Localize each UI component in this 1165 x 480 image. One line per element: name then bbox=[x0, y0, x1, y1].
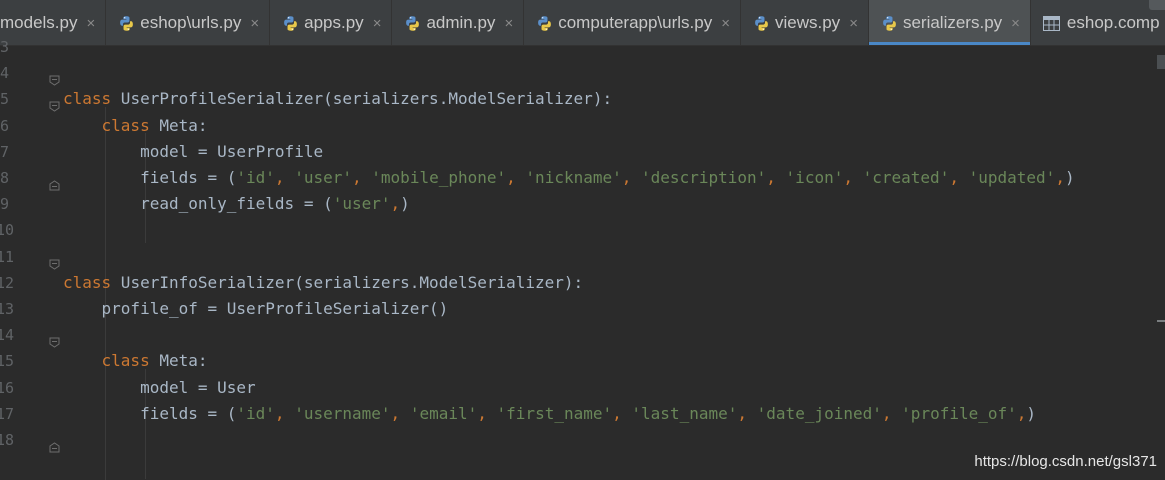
code-text: class Meta: bbox=[101, 351, 208, 371]
code-line[interactable]: 4 bbox=[0, 60, 1155, 86]
line-number: 10 bbox=[0, 221, 14, 240]
code-line[interactable]: 10 bbox=[0, 217, 1155, 243]
python-file-icon bbox=[404, 15, 421, 32]
code-text: fields = ('id', 'username', 'email', 'fi… bbox=[63, 403, 1037, 423]
code-text: class UserInfoSerializer(serializers.Mod… bbox=[63, 272, 584, 292]
code-text: class Meta: bbox=[101, 115, 208, 135]
window-corner-button[interactable] bbox=[1149, 0, 1165, 10]
close-icon[interactable]: × bbox=[504, 15, 513, 32]
line-number: 13 bbox=[0, 300, 14, 318]
python-file-icon bbox=[881, 15, 898, 32]
line-number: 17 bbox=[0, 404, 14, 423]
code-text: fields = ('id', 'user', 'mobile_phone', … bbox=[63, 168, 1075, 187]
close-icon[interactable]: × bbox=[86, 15, 95, 32]
scrollbar-marker[interactable] bbox=[1157, 320, 1165, 322]
fold-toggle-icon[interactable] bbox=[49, 94, 60, 112]
code-line[interactable]: 7 model = UserProfile bbox=[0, 139, 1155, 165]
python-file-icon bbox=[282, 15, 299, 32]
line-number: 16 bbox=[0, 378, 14, 397]
close-icon[interactable]: × bbox=[721, 15, 730, 32]
code-line[interactable]: 5 class UserProfileSerializer(serializers… bbox=[0, 86, 1155, 112]
editor-scrollbar[interactable] bbox=[1157, 47, 1165, 480]
code-text: read_only_fields = ('user',) bbox=[63, 194, 410, 214]
line-number: 8 bbox=[0, 169, 10, 187]
close-icon[interactable]: × bbox=[250, 15, 259, 32]
code-line[interactable]: 13 profile_of = UserProfileSerializer() bbox=[0, 296, 1155, 322]
code-text: model = User bbox=[63, 377, 256, 397]
fold-toggle-icon[interactable] bbox=[49, 68, 60, 86]
line-number: 3 bbox=[0, 38, 10, 56]
code-line[interactable]: 17 fields = ('id', 'username', 'email', … bbox=[0, 401, 1155, 427]
code-line[interactable]: 12 class UserInfoSerializer(serializers.M… bbox=[0, 270, 1155, 296]
watermark-text: https://blog.csdn.net/gsl371 bbox=[974, 453, 1157, 470]
close-icon[interactable]: × bbox=[373, 15, 382, 32]
code-text: class UserProfileSerializer(serializers.… bbox=[63, 89, 613, 109]
line-number: 14 bbox=[0, 326, 14, 345]
close-icon[interactable]: × bbox=[1011, 15, 1020, 32]
code-text: profile_of = UserProfileSerializer() bbox=[63, 299, 449, 318]
code-text: model = UserProfile bbox=[63, 141, 324, 161]
line-number: 12 bbox=[0, 273, 14, 292]
code-line[interactable]: 14 bbox=[0, 322, 1155, 348]
line-number: 15 bbox=[0, 352, 14, 371]
fold-end-icon[interactable] bbox=[49, 173, 60, 191]
code-line[interactable]: 18 bbox=[0, 427, 1155, 453]
line-number: 7 bbox=[0, 142, 10, 161]
python-file-icon bbox=[536, 15, 553, 32]
line-number: 6 bbox=[0, 116, 10, 135]
scrollbar-thumb[interactable] bbox=[1157, 55, 1165, 69]
code-line[interactable]: 6 class Meta: bbox=[0, 113, 1155, 139]
code-line[interactable]: 15 class Meta: bbox=[0, 348, 1155, 374]
python-file-icon bbox=[118, 15, 135, 32]
code-line[interactable]: 8 fields = ('id', 'user', 'mobile_phone'… bbox=[0, 165, 1155, 191]
fold-end-icon[interactable] bbox=[49, 435, 60, 453]
line-number: 5 bbox=[0, 90, 10, 109]
line-number: 9 bbox=[0, 195, 10, 214]
line-number: 11 bbox=[0, 247, 14, 266]
fold-toggle-icon[interactable] bbox=[49, 330, 60, 348]
python-file-icon bbox=[753, 15, 770, 32]
code-line[interactable]: 3 bbox=[0, 34, 1155, 60]
code-editor[interactable]: 3 4 5 class UserProfileSerializer(serialize… bbox=[0, 38, 1165, 480]
close-icon[interactable]: × bbox=[849, 15, 858, 32]
code-line[interactable]: 11 bbox=[0, 244, 1155, 270]
line-number: 18 bbox=[0, 431, 14, 449]
fold-toggle-icon[interactable] bbox=[49, 252, 60, 270]
line-number: 4 bbox=[0, 64, 10, 83]
code-line[interactable]: 16 model = User bbox=[0, 375, 1155, 401]
table-icon bbox=[1042, 15, 1060, 31]
code-line[interactable]: 9 read_only_fields = ('user',) bbox=[0, 191, 1155, 217]
